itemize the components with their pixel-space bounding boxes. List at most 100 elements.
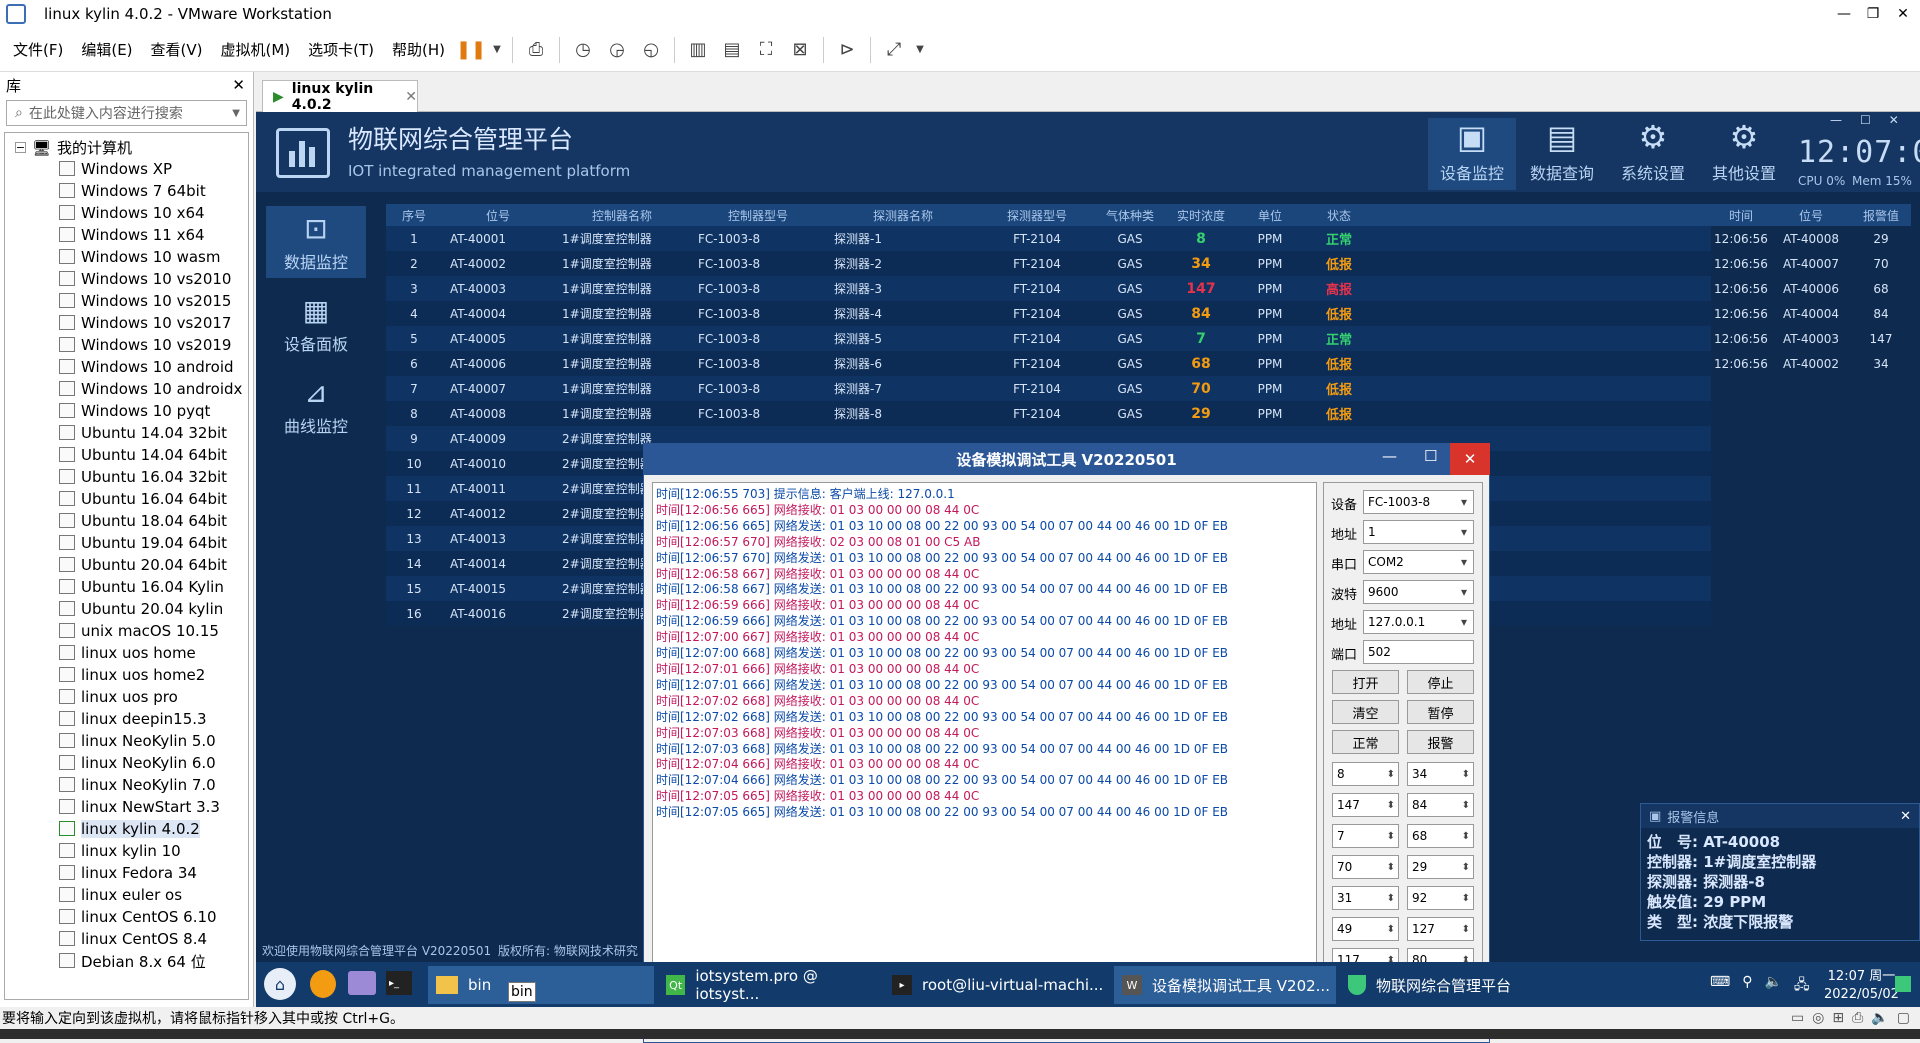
alarm-row[interactable]: 12:06:56 AT-40003 147 [1711, 326, 1911, 351]
stretch-dropdown-icon[interactable]: ▼ [913, 35, 927, 65]
library-item[interactable]: Ubuntu 14.04 64bit [5, 444, 248, 466]
table-row[interactable]: 3 AT-40003 1#调度室控制器 FC-1003-8 探测器-3 FT-2104 GA… [386, 276, 1711, 301]
taskbar-item-iot-platform[interactable]: 物联网综合管理平台 [1340, 966, 1566, 1004]
value-spinbox[interactable]: 31 ⬍ [1332, 886, 1399, 910]
dialog-minimize-icon[interactable]: — [1382, 447, 1397, 465]
snapshot-icon[interactable]: ◷ [568, 35, 598, 65]
search-dropdown-icon[interactable]: ▼ [232, 108, 240, 119]
library-item[interactable]: linux uos home2 [5, 664, 248, 686]
alarm-row[interactable]: 12:06:56 AT-40006 68 [1711, 276, 1911, 301]
taskbar-item-bin[interactable]: bin [428, 966, 654, 1004]
column-header[interactable]: 探测器型号 [980, 204, 1094, 226]
chevron-down-icon[interactable]: ▾ [1461, 585, 1467, 599]
taskbar-item-qtcreator[interactable]: Qt iotsystem.pro @ iotsyst... [658, 966, 880, 1004]
library-item[interactable]: linux euler os [5, 884, 248, 906]
library-item[interactable]: linux kylin 10 [5, 840, 248, 862]
library-item[interactable]: Windows 11 x64 [5, 224, 248, 246]
menu-vm[interactable]: 虚拟机(M) [212, 39, 300, 60]
library-item[interactable]: linux deepin15.3 [5, 708, 248, 730]
chevron-down-icon[interactable]: ▾ [1461, 615, 1467, 629]
spin-arrows-icon[interactable]: ⬍ [1462, 893, 1470, 904]
console-view-icon[interactable]: ⊳ [832, 35, 862, 65]
library-item[interactable]: linux NeoKylin 5.0 [5, 730, 248, 752]
spin-arrows-icon[interactable]: ⬍ [1387, 769, 1395, 780]
column-header[interactable]: 位号 [442, 204, 554, 226]
library-item[interactable]: linux uos pro [5, 686, 248, 708]
open-button[interactable]: 打开 [1332, 670, 1399, 694]
address-select[interactable]: 1 ▾ [1363, 520, 1474, 544]
close-button[interactable]: ✕ [1886, 0, 1920, 28]
library-item[interactable]: linux CentOS 6.10 [5, 906, 248, 928]
pause-icon[interactable]: ❚❚ [456, 35, 486, 65]
table-row[interactable]: 2 AT-40002 1#调度室控制器 FC-1003-8 探测器-2 FT-2104 GA… [386, 251, 1711, 276]
library-item[interactable]: Ubuntu 16.04 Kylin [5, 576, 248, 598]
library-item[interactable]: Windows 10 vs2015 [5, 290, 248, 312]
value-spinbox[interactable]: 92 ⬍ [1407, 886, 1474, 910]
usb-icon[interactable]: ⚲ [1742, 974, 1752, 998]
spin-arrows-icon[interactable]: ⬍ [1387, 862, 1395, 873]
printer-icon[interactable]: ⎙ [1852, 1010, 1863, 1026]
baud-select[interactable]: 9600 ▾ [1363, 580, 1474, 604]
nav-system-settings[interactable]: ⚙ 系统设置 [1609, 118, 1697, 190]
menu-edit[interactable]: 编辑(E) [72, 39, 141, 60]
side-nav-device-panel[interactable]: ▦ 设备面板 [266, 288, 366, 360]
tree-root[interactable]: − 🖥 我的计算机 [5, 137, 248, 158]
library-item[interactable]: linux NewStart 3.3 [5, 796, 248, 818]
value-spinbox[interactable]: 147 ⬍ [1332, 793, 1399, 817]
nav-data-query[interactable]: ▤ 数据查询 [1518, 118, 1606, 190]
alarm-column-header[interactable]: 报警值 [1851, 204, 1911, 226]
column-header[interactable]: 序号 [386, 204, 442, 226]
library-item[interactable]: Debian 8.x 64 位 [5, 950, 248, 972]
file-manager-icon[interactable] [348, 971, 376, 995]
clear-button[interactable]: 清空 [1332, 700, 1399, 724]
dialog-close-icon[interactable]: ✕ [1450, 443, 1490, 475]
collapse-icon[interactable]: − [15, 141, 26, 154]
library-item[interactable]: Ubuntu 18.04 64bit [5, 510, 248, 532]
stretch-guest-icon[interactable]: ⤢ [879, 35, 909, 65]
menu-file[interactable]: 文件(F) [4, 39, 72, 60]
taskbar-item-terminal[interactable]: ▸ root@liu-virtual-machi... [884, 966, 1110, 1004]
table-row[interactable]: 4 AT-40004 1#调度室控制器 FC-1003-8 探测器-4 FT-2104 GA… [386, 301, 1711, 326]
value-spinbox[interactable]: 49 ⬍ [1332, 917, 1399, 941]
spin-arrows-icon[interactable]: ⬍ [1462, 862, 1470, 873]
firefox-icon[interactable] [310, 970, 336, 998]
hdd-icon[interactable]: ▭ [1791, 1010, 1804, 1026]
message-icon[interactable]: ▢ [1897, 1010, 1910, 1026]
port-input[interactable]: 502 [1363, 640, 1474, 664]
dialog-title-bar[interactable]: 设备模拟调试工具 V20220501 — ☐ ✕ [643, 443, 1490, 475]
app-maximize-icon[interactable]: ☐ [1860, 113, 1871, 127]
library-item[interactable]: Windows 10 vs2010 [5, 268, 248, 290]
alarm-row[interactable]: 12:06:56 AT-40004 84 [1711, 301, 1911, 326]
value-spinbox[interactable]: 68 ⬍ [1407, 824, 1474, 848]
library-search-input[interactable]: ⌕ 在此处键入内容进行搜索 ▼ [6, 100, 247, 126]
library-item[interactable]: Windows 7 64bit [5, 180, 248, 202]
table-row[interactable]: 5 AT-40005 1#调度室控制器 FC-1003-8 探测器-5 FT-2104 GA… [386, 326, 1711, 351]
value-spinbox[interactable]: 127 ⬍ [1407, 917, 1474, 941]
column-header[interactable]: 气体种类 [1094, 204, 1166, 226]
fullscreen-icon[interactable]: ⛶ [751, 35, 781, 65]
column-header[interactable]: 探测器名称 [826, 204, 980, 226]
ip-select[interactable]: 127.0.0.1 ▾ [1363, 610, 1474, 634]
serial-select[interactable]: COM2 ▾ [1363, 550, 1474, 574]
column-header[interactable]: 控制器型号 [690, 204, 826, 226]
unity-icon[interactable]: ⊠ [785, 35, 815, 65]
alarm-row[interactable]: 12:06:56 AT-40002 34 [1711, 351, 1911, 376]
table-row[interactable]: 6 AT-40006 1#调度室控制器 FC-1003-8 探测器-6 FT-2104 GA… [386, 351, 1711, 376]
keyboard-icon[interactable]: ⌨ [1710, 974, 1730, 998]
cdrom-icon[interactable]: ◎ [1812, 1010, 1824, 1026]
library-item[interactable]: Windows 10 pyqt [5, 400, 248, 422]
network-adapter-icon[interactable]: ⊞ [1832, 1010, 1844, 1026]
library-item[interactable]: Windows XP [5, 158, 248, 180]
network-icon[interactable]: 🖧 [1794, 974, 1810, 998]
library-item[interactable]: linux CentOS 8.4 [5, 928, 248, 950]
tab-close-icon[interactable]: ✕ [405, 89, 417, 105]
alarm-column-header[interactable]: 位号 [1771, 204, 1851, 226]
library-item[interactable]: Ubuntu 19.04 64bit [5, 532, 248, 554]
value-spinbox[interactable]: 7 ⬍ [1332, 824, 1399, 848]
alarm-popup-close-icon[interactable]: ✕ [1900, 809, 1911, 824]
maximize-button[interactable]: ❐ [1856, 0, 1890, 28]
library-item[interactable]: Ubuntu 16.04 64bit [5, 488, 248, 510]
value-spinbox[interactable]: 34 ⬍ [1407, 762, 1474, 786]
pause-button[interactable]: 暂停 [1407, 700, 1474, 724]
value-spinbox[interactable]: 84 ⬍ [1407, 793, 1474, 817]
